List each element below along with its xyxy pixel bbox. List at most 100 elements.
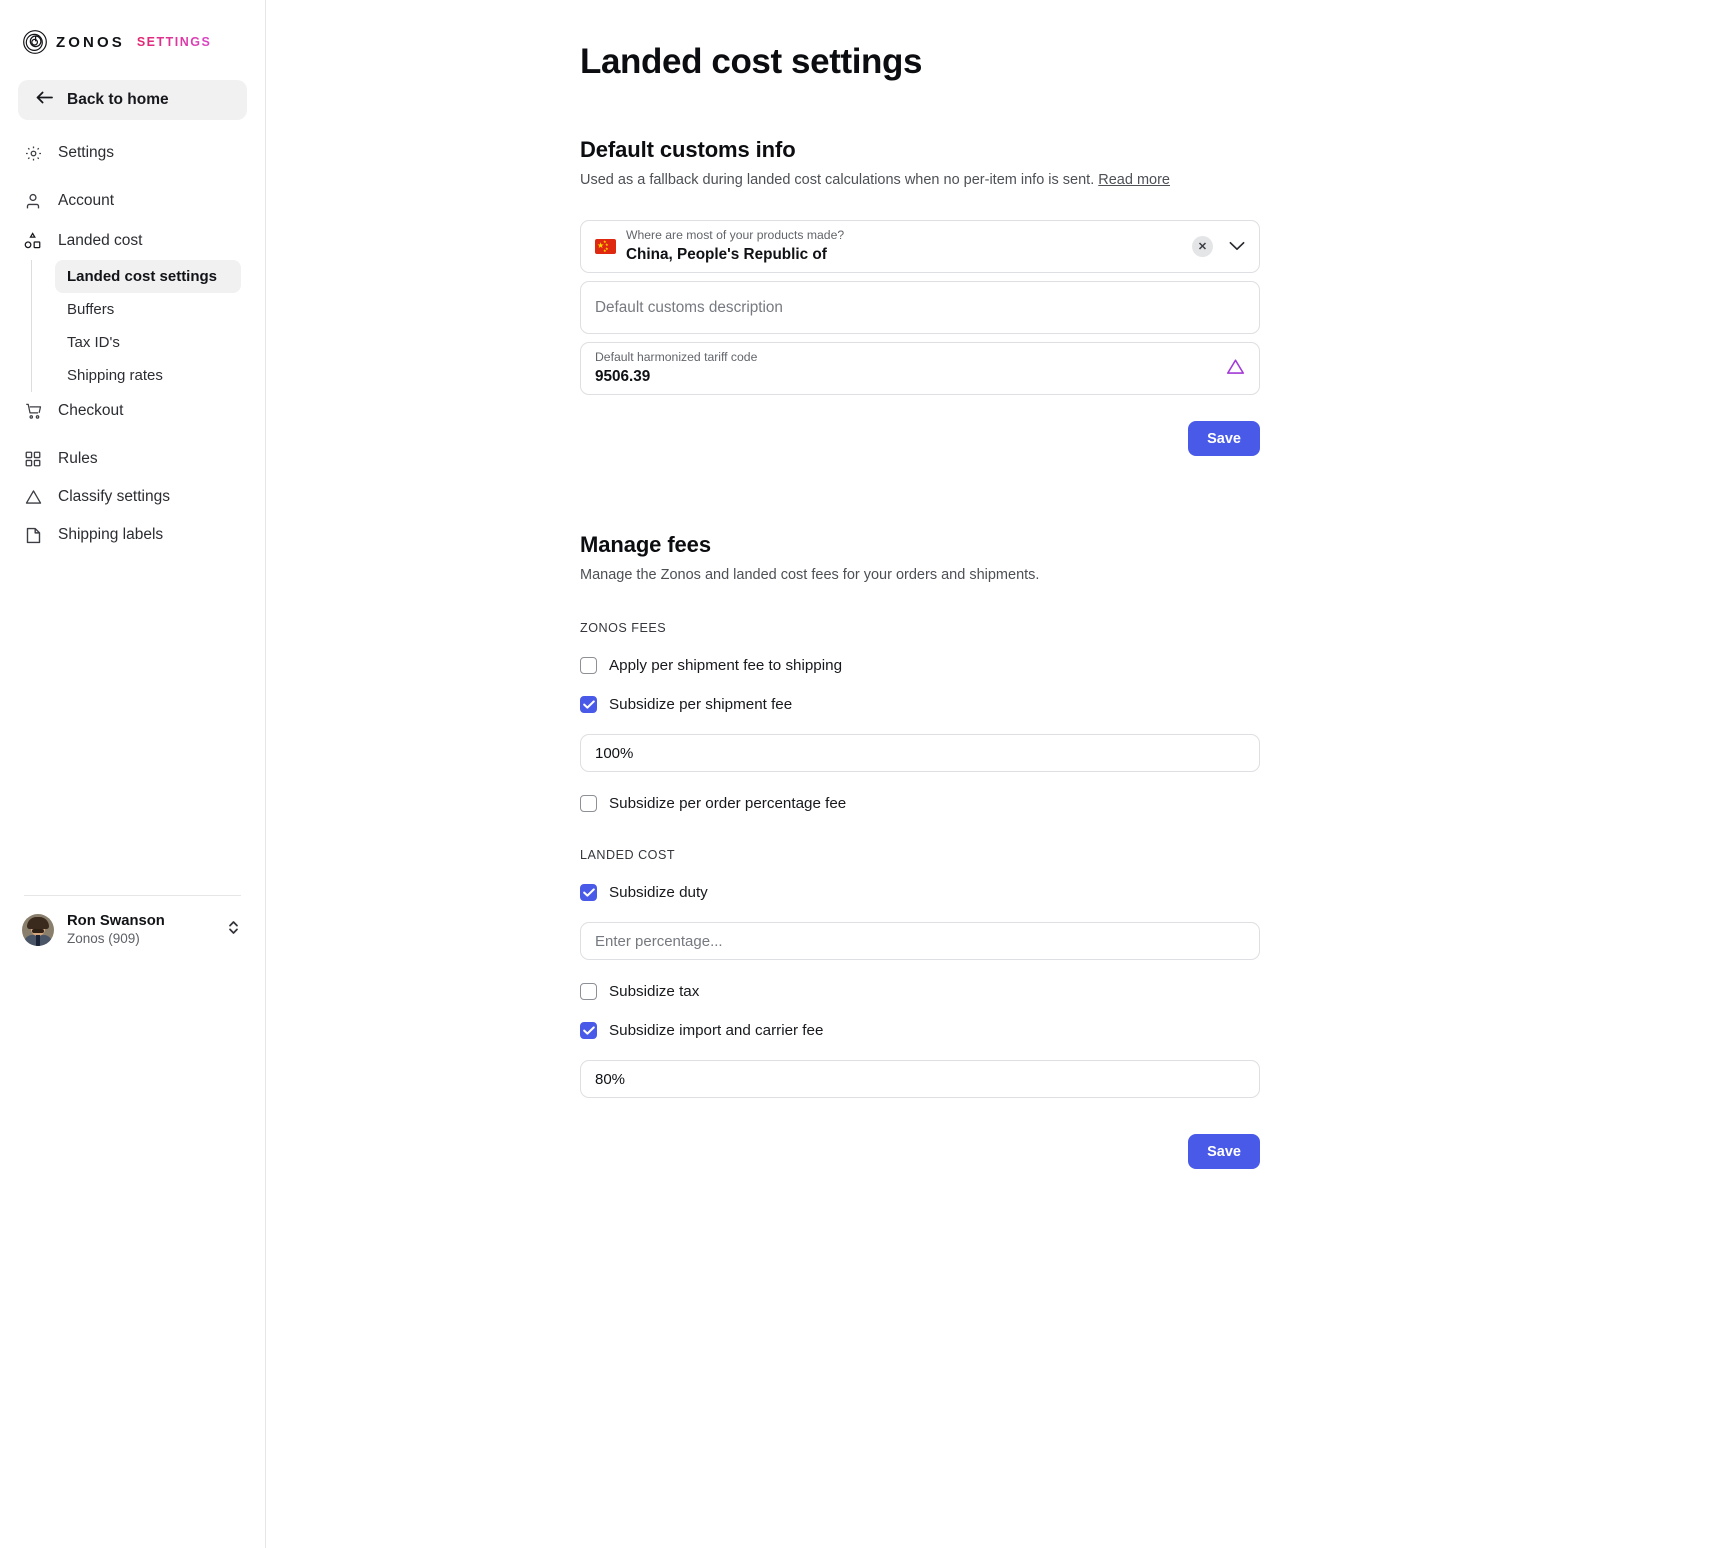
- brand[interactable]: ZONOS SETTINGS: [0, 0, 265, 62]
- label-icon: [24, 526, 42, 544]
- default-harmonized-tariff-code-input[interactable]: Default harmonized tariff code 9506.39: [580, 342, 1260, 395]
- brand-subtitle: SETTINGS: [136, 35, 212, 49]
- sidebar-subitem-label: Landed cost settings: [67, 268, 218, 285]
- checkbox-box[interactable]: [580, 696, 597, 713]
- checkbox-subsidize-duty[interactable]: Subsidize duty: [580, 884, 1260, 901]
- checkbox-label: Subsidize tax: [609, 983, 700, 1000]
- import-carrier-percentage-value: 80%: [595, 1070, 626, 1088]
- save-button[interactable]: Save: [1188, 1134, 1260, 1169]
- checkbox-label: Subsidize per order percentage fee: [609, 795, 847, 812]
- fees-save-row: Save: [580, 1134, 1260, 1169]
- sidebar-item-buffers[interactable]: Buffers: [55, 293, 241, 326]
- sidebar-item-landed-cost-settings[interactable]: Landed cost settings: [55, 260, 241, 293]
- checkbox-subsidize-import-and-carrier-fee[interactable]: Subsidize import and carrier fee: [580, 1022, 1260, 1039]
- section-subtitle: Used as a fallback during landed cost ca…: [580, 172, 1260, 188]
- zonos-spiral-logo-icon: [22, 29, 48, 55]
- chevron-up-down-icon[interactable]: [227, 918, 241, 942]
- country-field-label: Where are most of your products made?: [626, 227, 845, 242]
- sidebar-item-checkout[interactable]: Checkout: [0, 392, 265, 430]
- avatar: [22, 913, 54, 946]
- tariff-field-value: 9506.39: [595, 368, 651, 386]
- customs-save-row: Save: [580, 421, 1260, 456]
- checkbox-label: Apply per shipment fee to shipping: [609, 657, 843, 674]
- checkbox-subsidize-per-order-percentage-fee[interactable]: Subsidize per order percentage fee: [580, 795, 1260, 812]
- default-customs-info-section: Default customs info Used as a fallback …: [580, 137, 1260, 456]
- warning-triangle-icon[interactable]: [1226, 358, 1245, 380]
- zonos-fees-group-label: ZONOS FEES: [580, 621, 667, 635]
- sidebar-item-shipping-labels[interactable]: Shipping labels: [0, 516, 265, 554]
- app-root: ZONOS SETTINGS Back to home Settings Acc…: [0, 0, 1728, 1548]
- arrow-left-icon: [36, 91, 53, 109]
- main-content: Landed cost settings Default customs inf…: [266, 0, 1728, 1548]
- sidebar-item-shipping-rates[interactable]: Shipping rates: [55, 359, 241, 392]
- back-to-home-label: Back to home: [67, 91, 169, 108]
- sidebar-item-label: Landed cost: [58, 232, 143, 249]
- landed-cost-group-label: LANDED COST: [580, 848, 676, 862]
- user-name: Ron Swanson: [67, 912, 165, 929]
- sidebar-item-settings[interactable]: Settings: [0, 134, 265, 172]
- per-shipment-percentage-value: 100%: [595, 744, 634, 762]
- sidebar-item-label: Account: [58, 192, 115, 209]
- sidebar-item-label: Rules: [58, 450, 98, 467]
- sidebar-item-landed-cost[interactable]: Landed cost: [0, 222, 265, 260]
- description-placeholder: Default customs description: [595, 298, 783, 316]
- import-carrier-percentage-input[interactable]: 80%: [580, 1060, 1260, 1098]
- sidebar-item-label: Shipping labels: [58, 526, 164, 543]
- account-switcher[interactable]: Ron Swanson Zonos (909): [0, 896, 265, 948]
- checkbox-box[interactable]: [580, 795, 597, 812]
- sidebar-item-account[interactable]: Account: [0, 182, 265, 220]
- sidebar: ZONOS SETTINGS Back to home Settings Acc…: [0, 0, 266, 1548]
- country-field-text: Where are most of your products made? Ch…: [626, 228, 1192, 265]
- sidebar-item-label: Checkout: [58, 402, 124, 419]
- default-customs-description-input[interactable]: Default customs description: [580, 281, 1260, 334]
- sidebar-nav: Settings Account Landed cost Landed cost…: [0, 134, 265, 554]
- checkbox-box[interactable]: [580, 657, 597, 674]
- sidebar-item-label: Classify settings: [58, 488, 170, 505]
- checkbox-box[interactable]: [580, 983, 597, 1000]
- sidebar-subitem-label: Buffers: [67, 301, 115, 318]
- read-more-link[interactable]: Read more: [1098, 172, 1170, 188]
- country-field-value: China, People's Republic of: [626, 246, 827, 264]
- checkbox-box[interactable]: [580, 1022, 597, 1039]
- section-heading: Default customs info: [580, 137, 796, 162]
- user-org: Zonos (909): [67, 931, 140, 947]
- checkbox-label: Subsidize duty: [609, 884, 708, 901]
- save-button[interactable]: Save: [1188, 421, 1260, 456]
- grid-icon: [24, 450, 42, 468]
- description-field-text: Default customs description: [595, 299, 1245, 317]
- sidebar-subnav: Landed cost settings Buffers Tax ID's Sh…: [31, 260, 265, 392]
- sidebar-item-rules[interactable]: Rules: [0, 440, 265, 478]
- shapes-icon: [24, 232, 42, 250]
- sidebar-item-classify-settings[interactable]: Classify settings: [0, 478, 265, 516]
- section-subtitle-text: Used as a fallback during landed cost ca…: [580, 172, 1095, 188]
- per-shipment-percentage-input[interactable]: 100%: [580, 734, 1260, 772]
- user-icon: [24, 192, 42, 210]
- user-info: Ron Swanson Zonos (909): [67, 912, 214, 948]
- tariff-field-text: Default harmonized tariff code 9506.39: [595, 350, 1226, 387]
- cart-icon: [24, 402, 42, 420]
- checkbox-apply-per-shipment-fee-to-shipping[interactable]: Apply per shipment fee to shipping: [580, 657, 1260, 674]
- clear-x-icon[interactable]: ✕: [1192, 236, 1213, 257]
- checkbox-subsidize-per-shipment-fee[interactable]: Subsidize per shipment fee: [580, 696, 1260, 713]
- chevron-down-icon[interactable]: [1229, 238, 1245, 256]
- flag-china-icon: ★ ★ ★ ★ ★: [595, 239, 616, 254]
- back-to-home-button[interactable]: Back to home: [18, 80, 247, 120]
- sidebar-item-tax-ids[interactable]: Tax ID's: [55, 326, 241, 359]
- brand-word: ZONOS: [56, 33, 125, 51]
- sidebar-subitem-label: Shipping rates: [67, 367, 163, 384]
- duty-percentage-placeholder: Enter percentage...: [595, 932, 723, 950]
- sidebar-group-landed-cost: Landed cost Landed cost settings Buffers…: [0, 222, 265, 392]
- page-title: Landed cost settings: [580, 42, 923, 81]
- duty-percentage-input[interactable]: Enter percentage...: [580, 922, 1260, 960]
- sidebar-item-label: Settings: [58, 144, 115, 161]
- checkbox-label: Subsidize per shipment fee: [609, 696, 793, 713]
- checkbox-subsidize-tax[interactable]: Subsidize tax: [580, 983, 1260, 1000]
- checkbox-box[interactable]: [580, 884, 597, 901]
- manage-fees-section: Manage fees Manage the Zonos and landed …: [580, 532, 1260, 1169]
- gear-icon: [24, 144, 42, 162]
- tariff-field-label: Default harmonized tariff code: [595, 349, 758, 364]
- country-of-origin-select[interactable]: ★ ★ ★ ★ ★ Where are most of your products ma…: [580, 220, 1260, 273]
- checkbox-label: Subsidize import and carrier fee: [609, 1022, 824, 1039]
